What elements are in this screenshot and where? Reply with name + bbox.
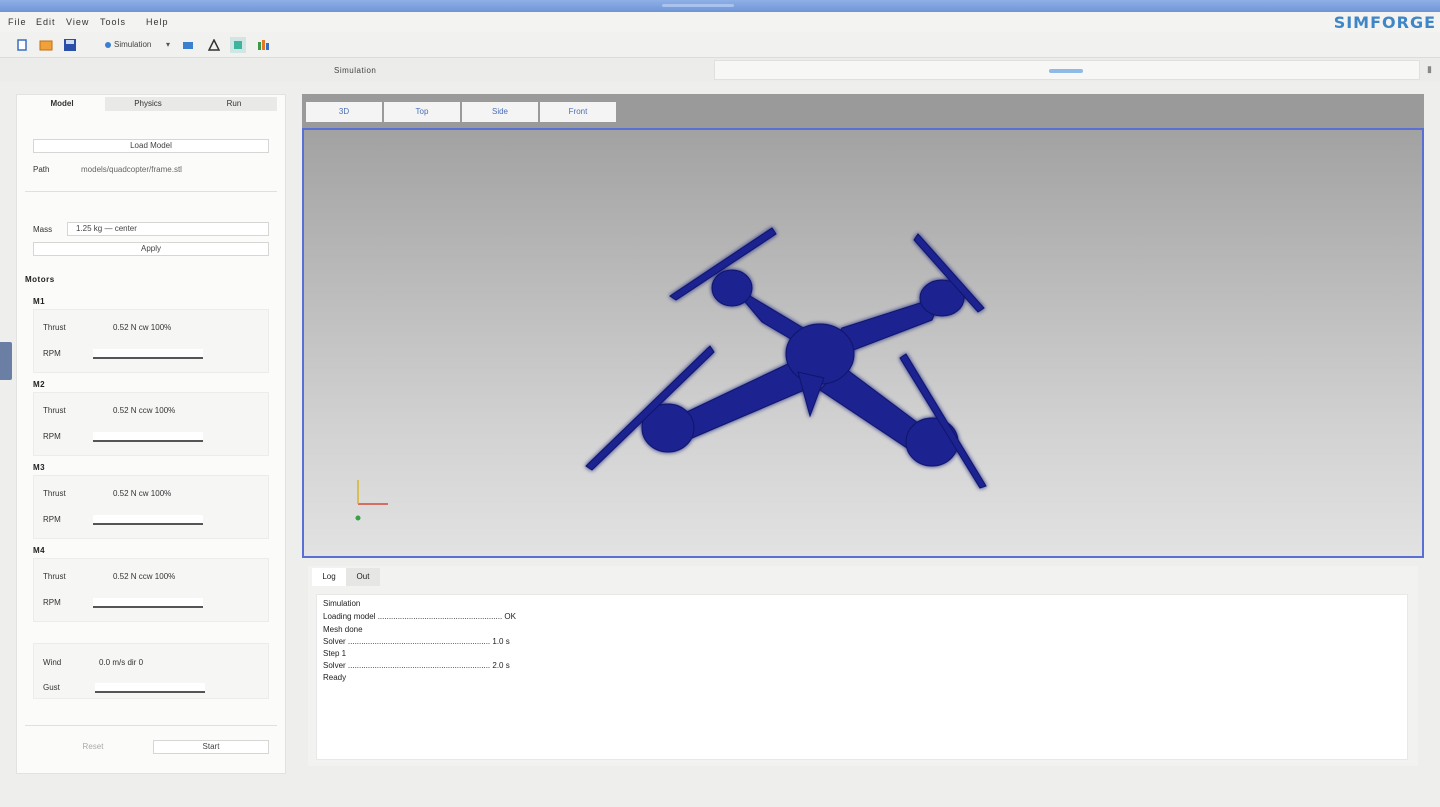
divider: [25, 725, 277, 726]
menu-file[interactable]: File: [8, 17, 27, 27]
header-strip: Simulation ▮: [0, 58, 1440, 82]
console-line: Loading model ..........................…: [323, 612, 516, 621]
settings-icon[interactable]: [180, 37, 196, 53]
chart-icon[interactable]: [256, 37, 272, 53]
console-line: Solver .................................…: [323, 637, 510, 646]
divider: [25, 191, 277, 192]
motor-name: M2: [33, 380, 46, 389]
tab-side[interactable]: Side: [462, 102, 538, 122]
gust-slider[interactable]: [95, 683, 205, 693]
brand-logo: SIMFORGE: [1333, 13, 1436, 32]
motor-section: [33, 475, 269, 539]
thrust-label: Thrust: [43, 489, 66, 498]
rpm-label: RPM: [43, 598, 61, 607]
header-title: Simulation: [334, 66, 377, 75]
console-tabs: Log Out: [312, 568, 380, 586]
thrust-label: Thrust: [43, 406, 66, 415]
select-icon[interactable]: [230, 37, 246, 53]
tab-output[interactable]: Out: [346, 568, 380, 586]
window-title-bar[interactable]: [0, 0, 1440, 12]
path-label: Path: [33, 165, 50, 174]
rpm-slider[interactable]: [93, 598, 203, 608]
gust-label: Gust: [43, 683, 60, 692]
motor-name: M3: [33, 463, 46, 472]
thrust-value: 0.52 N cw 100%: [113, 489, 172, 498]
toolbar: Simulation ▾: [0, 32, 1440, 58]
status-field: [714, 60, 1420, 80]
console-output[interactable]: Simulation Loading model ...............…: [316, 594, 1408, 760]
rpm-label: RPM: [43, 432, 61, 441]
side-panel: Model Physics Run Load Model Path models…: [16, 94, 286, 774]
rpm-slider[interactable]: [93, 515, 203, 525]
thrust-value: 0.52 N ccw 100%: [113, 406, 176, 415]
open-icon[interactable]: [38, 37, 54, 53]
rpm-slider[interactable]: [93, 349, 203, 359]
rpm-slider[interactable]: [93, 432, 203, 442]
3d-viewport[interactable]: [302, 128, 1424, 558]
motor-section: [33, 392, 269, 456]
panel-collapse-handle[interactable]: [0, 342, 12, 380]
viewport-tab-bar: 3D Top Side Front: [302, 94, 1424, 128]
mass-input[interactable]: 1.25 kg — center: [67, 222, 269, 236]
tab-log[interactable]: Log: [312, 568, 346, 586]
rpm-label: RPM: [43, 349, 61, 358]
side-panel-tabs: Model Physics Run: [19, 97, 283, 111]
wind-label: Wind: [43, 658, 62, 667]
menu-help[interactable]: Help: [146, 17, 169, 27]
tab-model[interactable]: Model: [19, 97, 105, 111]
menu-view[interactable]: View: [66, 17, 89, 27]
tab-front[interactable]: Front: [540, 102, 616, 122]
motor-section: [33, 309, 269, 373]
menu-bar: File Edit View Tools Help: [0, 12, 1440, 32]
mode-dropdown-icon[interactable]: ▾: [166, 40, 170, 49]
apply-button[interactable]: Apply: [33, 242, 269, 256]
scroll-icon[interactable]: ▮: [1427, 64, 1432, 75]
path-value: models/quadcopter/frame.stl: [81, 165, 182, 174]
rpm-label: RPM: [43, 515, 61, 524]
console-line: Step 1: [323, 649, 347, 658]
menu-edit[interactable]: Edit: [36, 17, 56, 27]
console-panel: Log Out Simulation Loading model .......…: [308, 566, 1418, 766]
load-model-button[interactable]: Load Model: [33, 139, 269, 153]
mode-label[interactable]: Simulation: [114, 40, 151, 49]
console-line: Simulation: [323, 599, 361, 608]
tab-physics[interactable]: Physics: [105, 97, 191, 111]
menu-tools[interactable]: Tools: [100, 17, 126, 27]
motors-heading: Motors: [25, 275, 55, 284]
axis-gizmo: [355, 480, 388, 521]
save-icon[interactable]: [62, 37, 78, 53]
status-indicator: [1049, 69, 1083, 73]
motor-section: [33, 558, 269, 622]
thrust-value: 0.52 N ccw 100%: [113, 572, 176, 581]
tab-run[interactable]: Run: [191, 97, 277, 111]
title-grip: [662, 4, 734, 7]
mass-label: Mass: [33, 225, 53, 234]
tab-top[interactable]: Top: [384, 102, 460, 122]
new-icon[interactable]: [14, 37, 30, 53]
console-line: Ready: [323, 673, 347, 682]
arrow-icon[interactable]: [206, 37, 222, 53]
start-button[interactable]: Start: [153, 740, 269, 754]
drone-model[interactable]: [304, 130, 1422, 556]
wind-value: 0.0 m/s dir 0: [99, 658, 144, 667]
thrust-label: Thrust: [43, 572, 66, 581]
motor-name: M1: [33, 297, 46, 306]
motor-name: M4: [33, 546, 46, 555]
thrust-value: 0.52 N cw 100%: [113, 323, 172, 332]
reset-button[interactable]: Reset: [33, 740, 153, 754]
tab-3d[interactable]: 3D: [306, 102, 382, 122]
console-line: Mesh done: [323, 625, 363, 634]
thrust-label: Thrust: [43, 323, 66, 332]
console-line: Solver .................................…: [323, 661, 510, 670]
